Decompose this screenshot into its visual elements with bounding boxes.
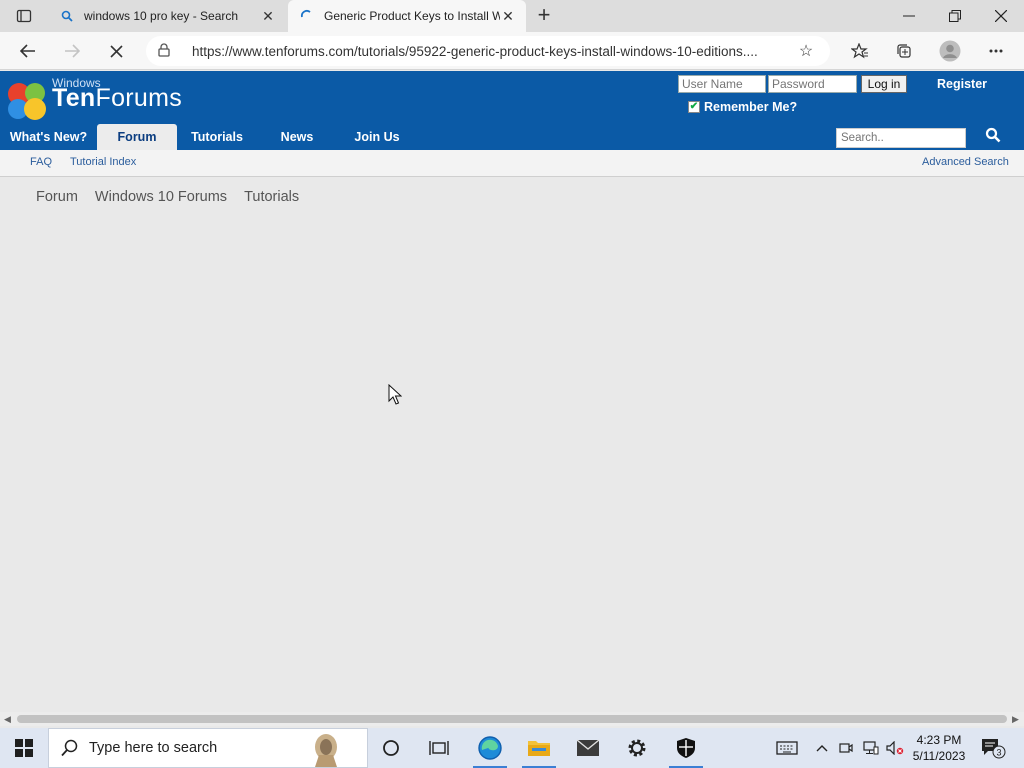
- touch-keyboard-icon[interactable]: [772, 728, 802, 768]
- taskbar: Type here to search 4:23 PM 5/11/2023 3: [0, 728, 1024, 768]
- advanced-search-link[interactable]: Advanced Search: [922, 156, 1009, 168]
- breadcrumb: Forum Windows 10 Forums Tutorials: [36, 189, 316, 205]
- close-tab-icon[interactable]: ✕: [260, 8, 276, 25]
- favorites-icon[interactable]: [846, 38, 874, 64]
- remember-me[interactable]: ✔ Remember Me?: [688, 100, 797, 114]
- browser-tab-search[interactable]: windows 10 pro key - Search ✕: [48, 0, 286, 32]
- breadcrumb-tutorials[interactable]: Tutorials: [244, 189, 299, 205]
- register-link[interactable]: Register: [937, 77, 987, 91]
- tab-actions-icon[interactable]: [8, 6, 40, 26]
- nav-news[interactable]: News: [257, 124, 337, 150]
- meet-now-icon[interactable]: [836, 728, 856, 768]
- remember-me-label: Remember Me?: [704, 100, 798, 114]
- clock-date: 5/11/2023: [912, 749, 966, 763]
- logo-ten: Ten: [52, 84, 96, 112]
- network-icon[interactable]: [860, 728, 882, 768]
- chevron-up-icon[interactable]: [812, 728, 832, 768]
- stop-loading-icon[interactable]: [102, 38, 130, 64]
- collections-icon[interactable]: [890, 38, 918, 64]
- cortana-icon[interactable]: [368, 728, 414, 768]
- taskbar-search-placeholder: Type here to search: [89, 740, 218, 756]
- more-options-icon[interactable]: [982, 38, 1010, 64]
- browser-tab-active[interactable]: Generic Product Keys to Install W ✕: [288, 0, 526, 32]
- tab-title: windows 10 pro key - Search: [84, 9, 239, 23]
- site-search-input[interactable]: [836, 128, 966, 148]
- taskbar-search-box[interactable]: Type here to search: [48, 728, 368, 768]
- back-arrow-icon[interactable]: [14, 38, 42, 64]
- loading-spinner-icon: [298, 9, 316, 23]
- sub-nav: FAQ Tutorial Index Advanced Search: [0, 150, 1024, 177]
- scrollbar-thumb[interactable]: [17, 715, 1007, 723]
- nav-whats-new[interactable]: What's New?: [0, 124, 97, 150]
- search-icon: [58, 10, 76, 22]
- address-bar[interactable]: https://www.tenforums.com/tutorials/9592…: [146, 36, 830, 66]
- scroll-right-icon[interactable]: ▶: [1012, 714, 1019, 725]
- add-favorite-icon[interactable]: ☆: [794, 41, 818, 61]
- remember-me-checkbox[interactable]: ✔: [688, 101, 700, 113]
- tenforums-logo[interactable]: Windows TenForums: [6, 76, 226, 120]
- profile-avatar-icon[interactable]: [936, 38, 964, 64]
- taskbar-clock[interactable]: 4:23 PM 5/11/2023: [908, 732, 970, 764]
- horizontal-scrollbar[interactable]: ◀ ▶: [0, 712, 1024, 726]
- mouse-cursor-icon: [388, 384, 402, 405]
- close-window-button[interactable]: [978, 0, 1024, 32]
- faq-link[interactable]: FAQ: [30, 156, 52, 168]
- url-text[interactable]: https://www.tenforums.com/tutorials/9592…: [192, 44, 794, 59]
- site-header: Windows TenForums Log in Register ✔ Reme…: [0, 71, 1024, 150]
- nav-forum[interactable]: Forum: [97, 124, 177, 150]
- settings-gear-icon[interactable]: [614, 728, 660, 768]
- edge-browser-icon[interactable]: [467, 728, 513, 768]
- login-button[interactable]: Log in: [861, 75, 907, 93]
- lock-icon[interactable]: [158, 42, 178, 60]
- volume-muted-icon[interactable]: [884, 728, 906, 768]
- mail-icon[interactable]: [565, 728, 611, 768]
- logo-forums: Forums: [95, 84, 183, 112]
- notifications-icon[interactable]: 3: [978, 728, 1008, 768]
- security-shield-icon[interactable]: [663, 728, 709, 768]
- search-icon[interactable]: [985, 127, 1003, 145]
- task-view-icon[interactable]: [416, 728, 462, 768]
- username-field[interactable]: [678, 75, 766, 93]
- logo-tenforums-text: TenForums: [52, 84, 182, 113]
- windows-flag-icon: [8, 83, 46, 120]
- main-nav: What's New? Forum Tutorials News Join Us: [0, 124, 417, 150]
- browser-toolbar: https://www.tenforums.com/tutorials/9592…: [0, 32, 1024, 70]
- tab-title: Generic Product Keys to Install W: [324, 9, 500, 23]
- scroll-left-icon[interactable]: ◀: [4, 714, 11, 725]
- breadcrumb-forum[interactable]: Forum: [36, 189, 78, 205]
- password-field[interactable]: [768, 75, 857, 93]
- minimize-button[interactable]: [886, 0, 932, 32]
- browser-tab-strip: windows 10 pro key - Search ✕ Generic Pr…: [0, 0, 1024, 32]
- nav-tutorials[interactable]: Tutorials: [177, 124, 257, 150]
- windows-start-icon[interactable]: [8, 737, 40, 759]
- restore-button[interactable]: [932, 0, 978, 32]
- search-icon: [61, 739, 78, 757]
- file-explorer-icon[interactable]: [516, 728, 562, 768]
- forward-arrow-icon[interactable]: [58, 38, 86, 64]
- close-tab-icon[interactable]: ✕: [500, 8, 516, 25]
- search-highlight-icon[interactable]: [309, 731, 343, 767]
- tutorial-index-link[interactable]: Tutorial Index: [70, 156, 136, 168]
- nav-join-us[interactable]: Join Us: [337, 124, 417, 150]
- breadcrumb-windows-10-forums[interactable]: Windows 10 Forums: [95, 189, 227, 205]
- new-tab-button[interactable]: +: [534, 3, 554, 27]
- notification-count: 3: [996, 748, 1001, 758]
- clock-time: 4:23 PM: [916, 733, 962, 747]
